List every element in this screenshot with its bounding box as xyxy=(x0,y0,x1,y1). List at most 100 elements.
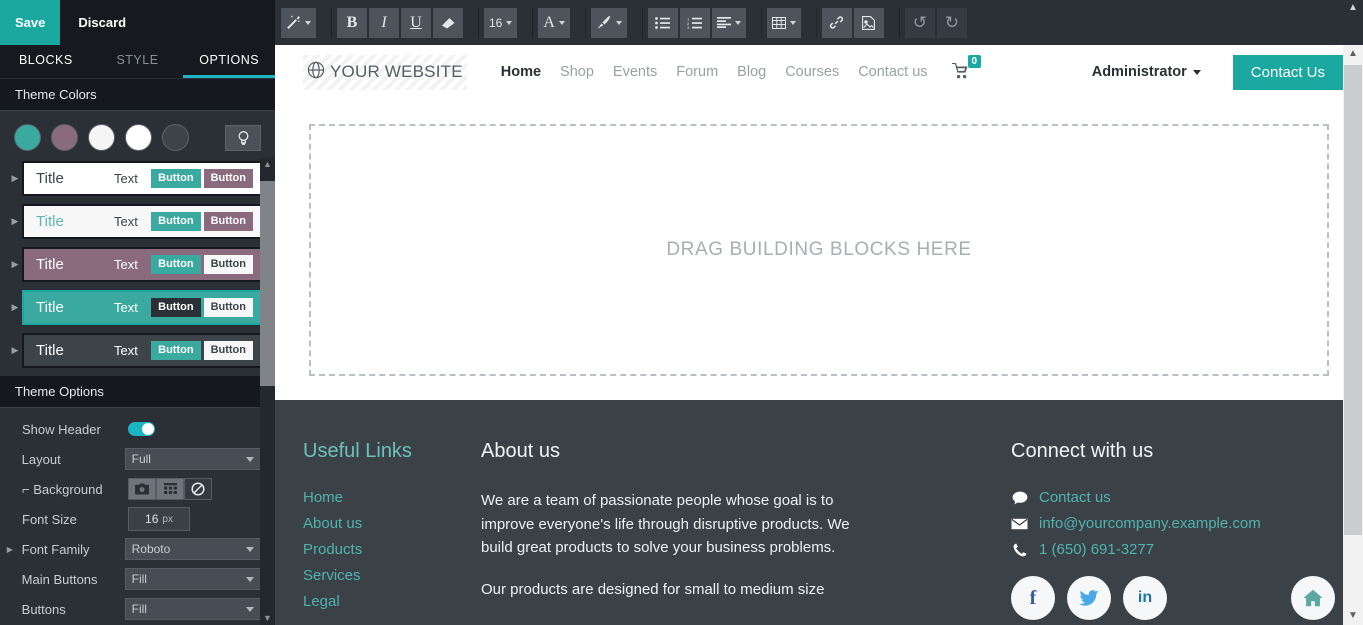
footer-spacer xyxy=(887,440,997,620)
expand-arrow-icon[interactable]: ▶ xyxy=(8,173,22,184)
expand-arrow-icon[interactable]: ▶ xyxy=(8,216,22,227)
options-panel-scroll[interactable]: Theme Colors ▶ Title Text Button Button … xyxy=(0,79,275,625)
tab-blocks[interactable]: BLOCKS xyxy=(0,45,92,78)
buttons-select[interactable]: Fill xyxy=(124,598,261,620)
nav-item-courses[interactable]: Courses xyxy=(785,64,839,80)
color-swatch-3[interactable] xyxy=(88,124,115,151)
tab-style[interactable]: STYLE xyxy=(92,45,184,78)
theme-preview-2[interactable]: Title Text Button Button xyxy=(22,204,267,239)
layout-value: Full xyxy=(131,452,151,466)
home-icon[interactable] xyxy=(1291,576,1335,620)
facebook-icon[interactable]: f xyxy=(1011,576,1055,620)
save-button[interactable]: Save xyxy=(0,0,61,45)
expand-arrow-icon[interactable]: ▶ xyxy=(4,545,16,554)
layout-select[interactable]: Full xyxy=(124,448,261,470)
align-icon[interactable] xyxy=(711,7,746,38)
lightbulb-icon[interactable] xyxy=(225,124,261,151)
scrollbar-track[interactable] xyxy=(260,171,275,612)
magic-wand-icon[interactable] xyxy=(281,7,316,38)
linkedin-icon[interactable]: in xyxy=(1123,576,1167,620)
scroll-down-icon[interactable]: ▼ xyxy=(263,612,272,625)
about-heading: About us xyxy=(481,440,560,462)
scroll-up-icon[interactable]: ▲ xyxy=(1348,45,1358,63)
nav-item-shop[interactable]: Shop xyxy=(560,64,594,80)
drag-drop-zone[interactable]: DRAG BUILDING BLOCKS HERE xyxy=(309,124,1329,376)
show-header-toggle[interactable] xyxy=(128,422,155,436)
undo-icon[interactable]: ↺ xyxy=(904,7,935,38)
nav-item-blog[interactable]: Blog xyxy=(737,64,766,80)
preview-button-1: Button xyxy=(151,341,201,360)
image-icon[interactable] xyxy=(853,7,884,38)
bullet-list-icon[interactable] xyxy=(647,7,678,38)
cart-button[interactable]: 0 xyxy=(951,54,982,84)
nav-item-forum[interactable]: Forum xyxy=(676,64,718,80)
footer-link-products[interactable]: Products xyxy=(303,541,453,558)
scroll-up-icon-top[interactable]: ▲ xyxy=(1343,2,1363,18)
color-swatch-5[interactable] xyxy=(162,124,189,151)
bold-icon[interactable]: B xyxy=(337,7,367,38)
phone-icon xyxy=(1011,543,1028,557)
main-area: B I U 16 A 1 2 3 ↺ ↻ YOUR WEBSITE Home S… xyxy=(275,0,1363,625)
main-buttons-select[interactable]: Fill xyxy=(124,568,261,590)
scroll-up-icon[interactable]: ▲ xyxy=(263,158,272,171)
footer-phone-link[interactable]: 1 (650) 691-3277 xyxy=(1039,541,1154,558)
theme-preview-1[interactable]: Title Text Button Button xyxy=(22,161,267,196)
footer-link-home[interactable]: Home xyxy=(303,489,453,506)
grid-icon[interactable] xyxy=(156,478,184,500)
discard-button[interactable]: Discard xyxy=(60,0,144,45)
link-icon[interactable] xyxy=(821,7,852,38)
font-size-dropdown[interactable]: 16 xyxy=(484,7,518,38)
preview-title: Title xyxy=(36,213,64,230)
font-size-input[interactable]: 16 px xyxy=(128,507,190,531)
preview-button-1: Button xyxy=(151,169,201,188)
scrollbar-thumb[interactable] xyxy=(260,181,275,386)
nav-item-events[interactable]: Events xyxy=(613,64,657,80)
scrollbar-track[interactable] xyxy=(1343,63,1363,607)
nav-item-contact-us[interactable]: Contact us xyxy=(858,64,927,80)
scrollbar-thumb[interactable] xyxy=(1344,65,1362,535)
theme-preview-3[interactable]: Title Text Button Button xyxy=(22,247,267,282)
clear-format-icon[interactable] xyxy=(433,7,463,38)
camera-icon[interactable] xyxy=(128,478,156,500)
text-color-icon[interactable]: A xyxy=(538,7,570,38)
toolbar-group-fontsize: 16 xyxy=(484,7,519,38)
nav-item-home[interactable]: Home xyxy=(501,64,541,80)
contact-us-button[interactable]: Contact Us xyxy=(1232,54,1343,90)
sidebar-scrollbar[interactable]: ▲ ▼ xyxy=(260,158,275,625)
theme-preview-4[interactable]: Title Text Button Button xyxy=(22,290,267,325)
expand-arrow-icon[interactable]: ▶ xyxy=(8,302,22,313)
redo-icon[interactable]: ↻ xyxy=(936,7,967,38)
user-menu[interactable]: Administrator xyxy=(1092,64,1201,80)
useful-links-heading: Useful Links xyxy=(303,440,412,462)
site-logo[interactable]: YOUR WEBSITE xyxy=(303,54,467,90)
footer-phone-row: 1 (650) 691-3277 xyxy=(1011,541,1335,558)
expand-arrow-icon[interactable]: ▶ xyxy=(8,259,22,270)
color-swatch-2[interactable] xyxy=(51,124,78,151)
footer-link-services[interactable]: Services xyxy=(303,567,453,584)
divider xyxy=(584,7,586,38)
font-family-select[interactable]: Roboto xyxy=(124,538,261,560)
scroll-down-icon[interactable]: ▼ xyxy=(1348,607,1358,625)
color-swatch-4[interactable] xyxy=(125,124,152,151)
footer-link-about-us[interactable]: About us xyxy=(303,515,453,532)
website-canvas[interactable]: YOUR WEBSITE Home Shop Events Forum Blog… xyxy=(275,45,1363,625)
layout-label: Layout xyxy=(21,451,61,467)
tab-options[interactable]: OPTIONS xyxy=(183,45,276,78)
underline-icon[interactable]: U xyxy=(401,7,431,38)
expand-arrow-icon[interactable]: ▶ xyxy=(8,345,22,356)
color-swatch-1[interactable] xyxy=(14,124,41,151)
footer-link-legal[interactable]: Legal xyxy=(303,593,453,610)
theme-preview-5[interactable]: Title Text Button Button xyxy=(22,333,267,368)
footer-contact-us-link[interactable]: Contact us xyxy=(1039,489,1111,506)
toolbar-group-style xyxy=(281,7,318,38)
brush-icon[interactable] xyxy=(590,7,627,38)
no-background-icon[interactable] xyxy=(184,478,212,500)
twitter-icon[interactable] xyxy=(1067,576,1111,620)
site-header: YOUR WEBSITE Home Shop Events Forum Blog… xyxy=(275,45,1363,100)
footer-email-link[interactable]: info@yourcompany.example.com xyxy=(1039,515,1261,532)
page-scrollbar[interactable]: ▲ ▼ xyxy=(1343,45,1363,625)
toolbar-group-history: ↺ ↻ xyxy=(904,7,969,38)
numbered-list-icon[interactable]: 123 xyxy=(679,7,710,38)
italic-icon[interactable]: I xyxy=(369,7,399,38)
table-icon[interactable] xyxy=(766,7,801,38)
